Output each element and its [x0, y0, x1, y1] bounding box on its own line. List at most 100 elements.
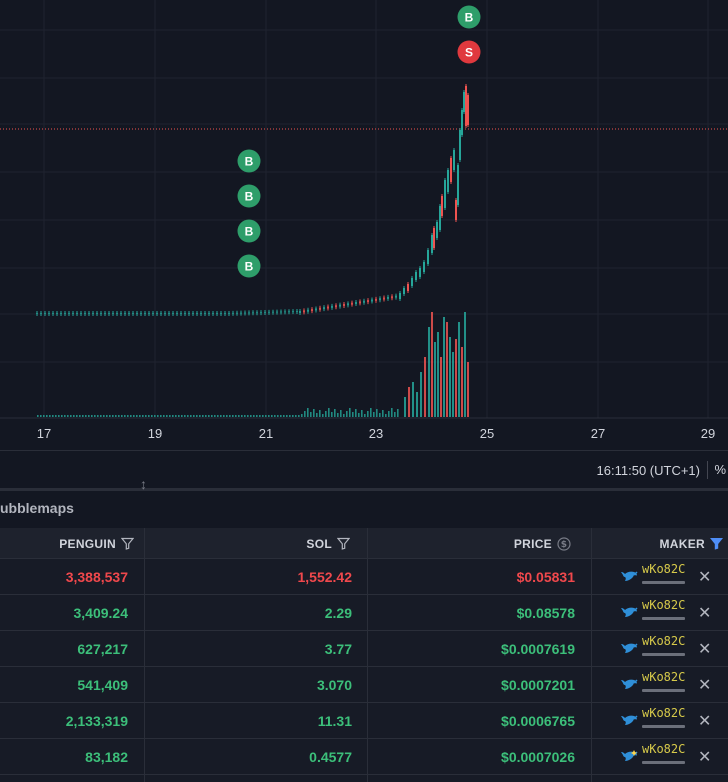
clock-readout[interactable]: 16:11:50 (UTC+1): [597, 463, 700, 478]
volume-bar: [343, 414, 345, 417]
candle-body: [447, 170, 449, 192]
volume-bar: [416, 392, 418, 417]
volume-bar: [85, 415, 87, 417]
volume-bar: [196, 415, 198, 417]
volume-bar: [52, 415, 54, 417]
volume-bar: [328, 408, 330, 417]
candle-body: [104, 313, 106, 314]
chart-status-bar: 16:11:50 (UTC+1) %: [0, 450, 728, 488]
close-icon[interactable]: ✕: [698, 567, 711, 587]
filter-icon[interactable]: [337, 537, 350, 550]
close-icon[interactable]: ✕: [698, 675, 711, 695]
volume-bar: [277, 415, 279, 417]
candle-body: [288, 311, 290, 313]
maker-underline: [642, 689, 685, 692]
candle-body: [208, 313, 210, 314]
header-token[interactable]: PENGUIN: [0, 528, 134, 559]
candle-body: [292, 311, 294, 313]
volume-bar: [40, 415, 42, 417]
header-sol[interactable]: SOL: [144, 528, 350, 559]
candle-body: [232, 312, 234, 314]
close-icon[interactable]: ✕: [698, 747, 711, 767]
candle-body: [200, 313, 202, 314]
header-price[interactable]: PRICE $: [368, 528, 571, 559]
volume-bar: [133, 415, 135, 417]
maker-address[interactable]: wKo82C: [642, 598, 685, 612]
volume-bar: [91, 415, 93, 417]
buy-marker-label: B: [465, 11, 474, 25]
candle-body: [124, 313, 126, 314]
maker-cell[interactable]: wKo82C ✕: [620, 703, 728, 739]
maker-cell[interactable]: wKo82C ✕: [620, 595, 728, 631]
maker-cell[interactable]: wKo82C ✕: [620, 559, 728, 595]
candle-body: [264, 311, 266, 313]
volume-bar: [157, 415, 159, 417]
dollar-coin-icon[interactable]: $: [557, 536, 571, 551]
volume-bar: [124, 415, 126, 417]
candle-body: [116, 313, 118, 314]
candle-body: [256, 312, 258, 314]
table-row[interactable]: 627,217 3.77 $0.0007619 wKo82C ✕: [0, 631, 728, 667]
maker-address[interactable]: wKo82C: [642, 634, 685, 648]
volume-bar: [440, 357, 442, 417]
close-icon[interactable]: ✕: [698, 639, 711, 659]
filter-icon[interactable]: [710, 537, 723, 550]
candle-body: [100, 313, 102, 314]
candle-body: [236, 312, 238, 314]
candle-body: [463, 92, 465, 112]
price-chart[interactable]: 17 19 21 23 25 27 29 B S B B B B: [0, 0, 728, 450]
candle-body: [60, 313, 62, 314]
candle-body: [419, 268, 421, 277]
tab-bubblemaps[interactable]: ubblemaps: [0, 500, 74, 516]
volume-bar: [349, 408, 351, 417]
candle-body: [387, 296, 389, 299]
volume-bar: [130, 415, 132, 417]
candle-body: [461, 110, 463, 135]
candle-body: [367, 300, 369, 303]
token-amount: 2,133,319: [65, 713, 128, 729]
filter-icon[interactable]: [121, 537, 134, 550]
candle-body: [204, 313, 206, 314]
candle-body: [459, 130, 461, 160]
volume-bar: [452, 352, 454, 417]
volume-bar: [184, 415, 186, 417]
candle-body: [457, 165, 459, 205]
close-icon[interactable]: ✕: [698, 711, 711, 731]
candle-body: [76, 313, 78, 314]
token-amount: 3,409.24: [73, 605, 129, 621]
whale-icon: [620, 713, 638, 732]
volume-bar: [364, 414, 366, 417]
volume-bar: [76, 415, 78, 417]
candle-body: [228, 313, 230, 314]
maker-cell[interactable]: wKo82C ✕: [620, 667, 728, 703]
volume-bar: [193, 415, 195, 417]
volume-bar: [208, 415, 210, 417]
header-maker[interactable]: MAKER: [592, 528, 723, 559]
maker-cell[interactable]: wKo82C ✕: [620, 631, 728, 667]
table-row[interactable]: 3,388,537 1,552.42 $0.05831 wKo82C ✕: [0, 559, 728, 595]
table-row[interactable]: 83,182 0.4577 $0.0007026 wKo82C ✕: [0, 739, 728, 775]
candle-body: [343, 303, 345, 306]
maker-address[interactable]: wKo82C: [642, 706, 685, 720]
header-maker-label: MAKER: [659, 536, 705, 551]
candle-body: [395, 295, 397, 298]
table-row[interactable]: 541,409 3.070 $0.0007201 wKo82C ✕: [0, 667, 728, 703]
trade-price: $0.05831: [516, 569, 575, 585]
maker-cell[interactable]: wKo82C ✕: [620, 739, 728, 775]
volume-bar: [160, 415, 162, 417]
trades-table: PENGUIN SOL PRICE $ MAKER 3,388,537 1,552…: [0, 528, 728, 782]
candle-body: [216, 313, 218, 314]
table-row[interactable]: 2,133,319 11.31 $0.0006765 wKo82C ✕: [0, 703, 728, 739]
percent-toggle[interactable]: %: [714, 462, 726, 477]
candle-body: [441, 196, 443, 216]
close-icon[interactable]: ✕: [698, 603, 711, 623]
maker-underline: [642, 581, 685, 584]
volume-bar: [43, 415, 45, 417]
candle-body: [403, 288, 405, 294]
table-row[interactable]: 3,409.24 2.29 $0.08578 wKo82C ✕: [0, 595, 728, 631]
maker-address[interactable]: wKo82C: [642, 670, 685, 684]
resize-icon[interactable]: ↕: [140, 477, 147, 491]
maker-address[interactable]: wKo82C: [642, 562, 685, 576]
maker-address[interactable]: wKo82C: [642, 742, 685, 756]
volume-bar: [214, 415, 216, 417]
